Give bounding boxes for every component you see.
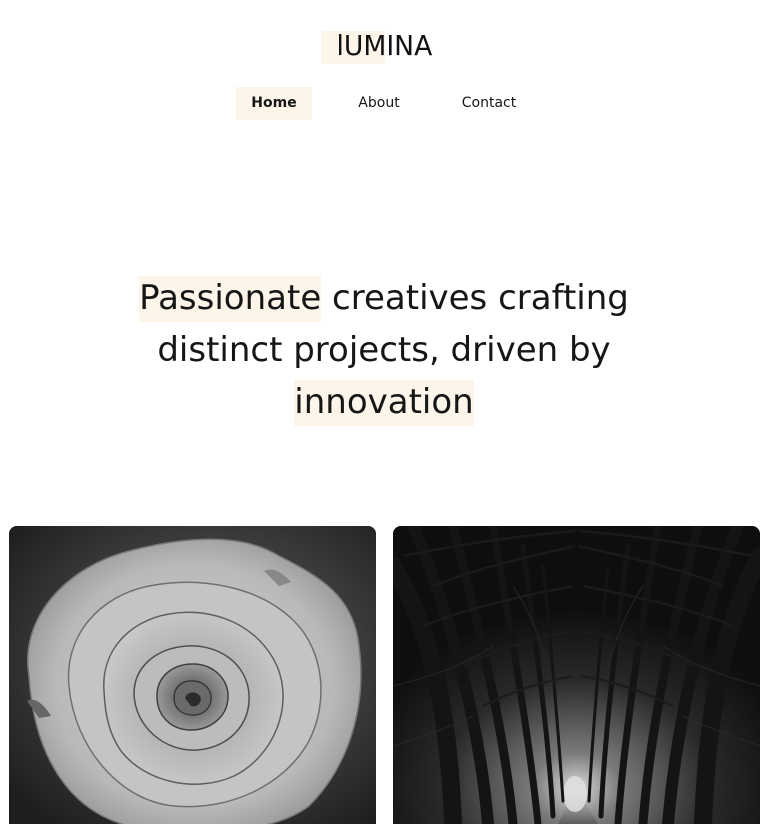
- tree-tunnel-photo[interactable]: [393, 526, 760, 824]
- main-nav: Home About Contact: [0, 87, 768, 120]
- hero-line-1: Passionate creatives crafting: [0, 272, 768, 324]
- hero-highlight-passionate: Passionate: [139, 276, 322, 322]
- hero-line-2: distinct projects, driven by: [157, 330, 611, 370]
- page: lUMINA Home About Contact Passionate cre…: [0, 0, 768, 824]
- hero-line-1-rest: creatives crafting: [321, 278, 629, 318]
- hero-line-3: innovation: [0, 376, 768, 428]
- nav-about[interactable]: About: [346, 87, 412, 120]
- rose-photo[interactable]: [9, 526, 376, 824]
- tree-tunnel-image: [393, 526, 760, 824]
- rose-image: [9, 526, 376, 824]
- logo[interactable]: lUMINA: [0, 26, 768, 66]
- hero-heading: Passionate creatives crafting distinct p…: [0, 272, 768, 428]
- hero-highlight-innovation: innovation: [294, 380, 474, 426]
- logo-text: lUMINA: [336, 29, 432, 62]
- nav-home[interactable]: Home: [236, 87, 312, 120]
- nav-contact[interactable]: Contact: [452, 87, 526, 120]
- gallery: [9, 526, 760, 824]
